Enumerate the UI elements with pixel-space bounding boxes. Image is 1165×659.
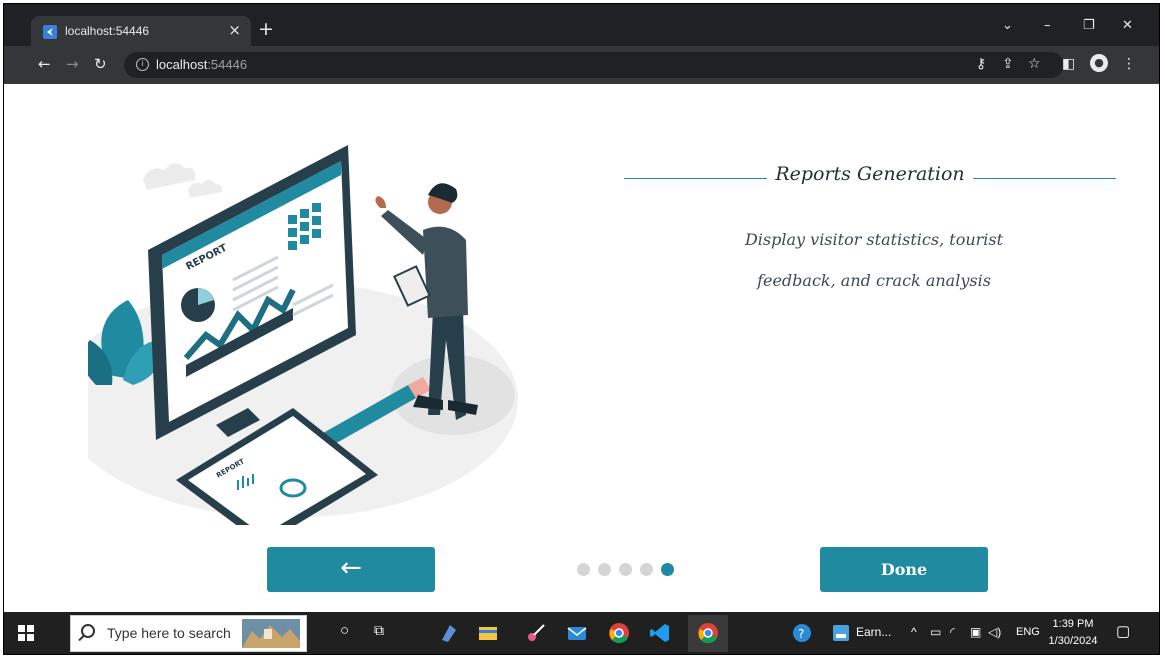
done-button[interactable]: Done xyxy=(820,547,988,592)
key-icon[interactable]: ⚷ xyxy=(976,56,986,72)
volume-icon[interactable]: ◁) xyxy=(988,625,1001,639)
chrome-active-tile[interactable] xyxy=(688,615,728,652)
page-indicator xyxy=(577,563,677,577)
taskbar-search-box[interactable]: Type here to search xyxy=(70,615,307,652)
more-menu-icon[interactable]: ⋮ xyxy=(1122,56,1136,72)
slide-description-line-1: Display visitor statistics, tourist xyxy=(744,230,1004,249)
browser-tab[interactable]: localhost:54446 × xyxy=(31,16,251,46)
vscode-icon[interactable] xyxy=(649,622,671,644)
task-view-icon[interactable]: ⧉ xyxy=(374,622,384,639)
mail-icon[interactable] xyxy=(566,622,588,644)
close-window-icon[interactable]: ✕ xyxy=(1122,18,1133,33)
report-illustration: REPORT REPORT xyxy=(88,145,518,525)
search-placeholder: Type here to search xyxy=(107,625,231,641)
page-dot-4[interactable] xyxy=(640,563,653,576)
address-bar[interactable]: i localhost:54446 xyxy=(124,52,1064,78)
back-arrow-icon: ← xyxy=(340,553,362,583)
new-tab-icon[interactable]: + xyxy=(258,18,274,40)
notifications-icon[interactable]: ▢ xyxy=(1116,622,1130,640)
browser-toolbar: ← → ↻ i localhost:54446 ⚷ ⇪ ☆ ◧ ● ⋮ xyxy=(4,46,1159,84)
url-port: :54446 xyxy=(207,57,248,72)
widget-label[interactable]: Earn... xyxy=(856,625,891,639)
search-icon xyxy=(81,624,95,638)
clock-date: 1/30/2024 xyxy=(1048,635,1098,647)
wifi-icon[interactable]: ◜ xyxy=(950,625,955,639)
battery-icon[interactable]: ▭ xyxy=(930,625,941,639)
language-indicator[interactable]: ENG xyxy=(1016,626,1040,638)
page-dot-5-active[interactable] xyxy=(661,563,674,576)
profile-avatar-icon[interactable]: ● xyxy=(1090,54,1108,72)
bookmark-star-icon[interactable]: ☆ xyxy=(1028,56,1041,72)
forward-arrow-icon[interactable]: → xyxy=(66,55,79,73)
windows-taskbar: Type here to search ○ ⧉ ? Earn... ^ ▭ ◜ … xyxy=(4,612,1159,654)
chrome-icon[interactable] xyxy=(608,622,630,644)
tab-search-icon[interactable]: ⌄ xyxy=(1002,18,1013,33)
slide-title: Reports Generation xyxy=(624,163,1116,185)
tab-close-icon[interactable]: × xyxy=(228,21,241,39)
back-button[interactable]: ← xyxy=(267,547,435,592)
flutter-favicon-icon xyxy=(43,25,57,39)
slide-title-text: Reports Generation xyxy=(767,163,973,185)
page-dot-2[interactable] xyxy=(598,563,611,576)
browser-tab-strip: localhost:54446 × + ⌄ – ❐ ✕ xyxy=(4,4,1159,46)
restore-icon[interactable]: ❐ xyxy=(1083,18,1095,33)
svg-text:?: ? xyxy=(798,627,804,641)
cortana-icon[interactable]: ○ xyxy=(340,622,349,639)
file-explorer-icon[interactable] xyxy=(477,622,499,644)
display-icon[interactable]: ▣ xyxy=(970,625,981,639)
minimize-icon[interactable]: – xyxy=(1044,18,1051,33)
news-widget-icon[interactable] xyxy=(830,622,852,644)
page-dot-3[interactable] xyxy=(619,563,632,576)
slide-description-line-2: feedback, and crack analysis xyxy=(757,271,991,290)
show-hidden-icons-icon[interactable]: ^ xyxy=(911,625,917,639)
chrome-active-icon xyxy=(698,623,718,644)
system-clock[interactable]: 1:39 PM 1/30/2024 xyxy=(1044,616,1102,650)
windows-start-icon[interactable] xyxy=(18,625,34,641)
snipping-tool-icon[interactable] xyxy=(524,622,546,644)
tab-title: localhost:54446 xyxy=(65,24,150,38)
site-info-icon[interactable]: i xyxy=(136,58,149,71)
slide-heading-row: Reports Generation xyxy=(624,163,1116,193)
search-highlight-image-icon xyxy=(242,619,300,648)
help-icon[interactable]: ? xyxy=(791,622,813,644)
back-arrow-icon[interactable]: ← xyxy=(38,55,51,73)
url-host: localhost xyxy=(156,57,208,72)
share-icon[interactable]: ⇪ xyxy=(1002,56,1014,72)
onboarding-page: REPORT REPORT Reports Generation Display… xyxy=(4,85,1159,611)
reload-icon[interactable]: ↻ xyxy=(94,55,107,73)
page-dot-1[interactable] xyxy=(577,563,590,576)
notes-app-icon[interactable] xyxy=(438,622,460,644)
url-text: localhost:54446 xyxy=(156,57,247,72)
side-panel-icon[interactable]: ◧ xyxy=(1062,56,1075,72)
screenshot-frame: localhost:54446 × + ⌄ – ❐ ✕ ← → ↻ i loca… xyxy=(3,3,1160,655)
clock-time: 1:39 PM xyxy=(1052,618,1094,630)
